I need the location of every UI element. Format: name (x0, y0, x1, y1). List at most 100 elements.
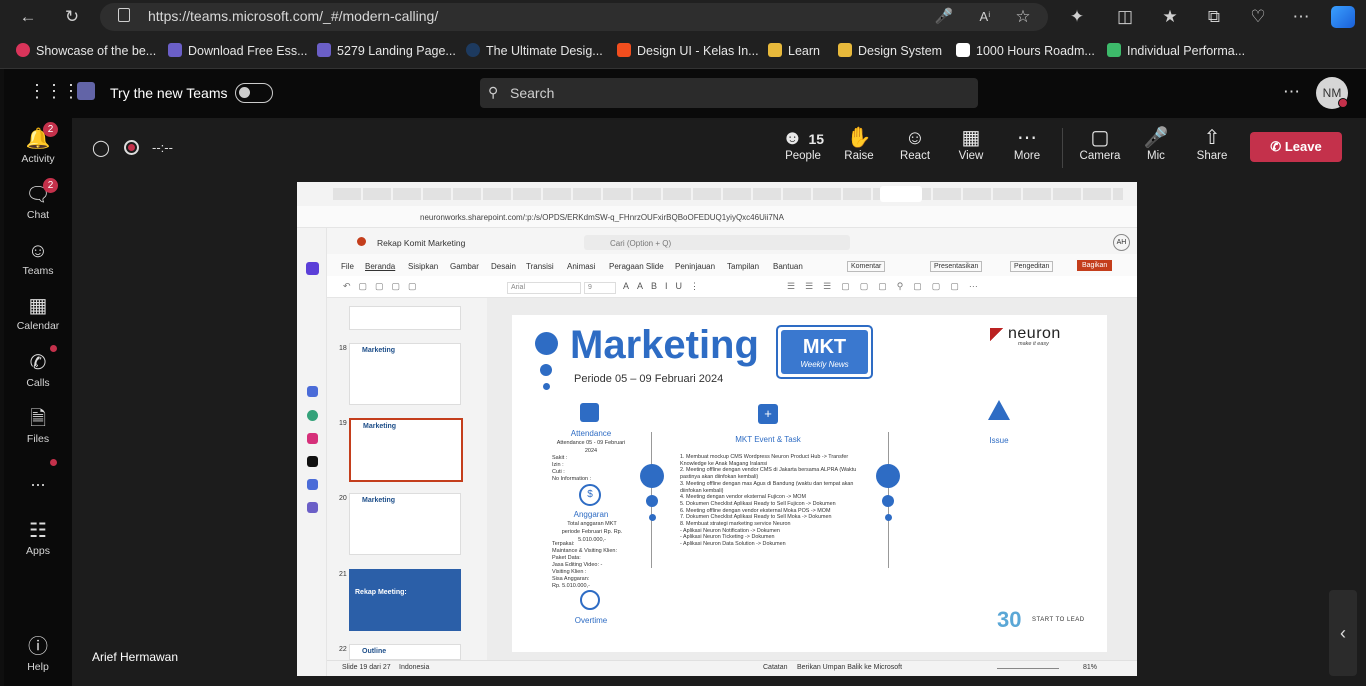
search-input[interactable] (480, 78, 978, 108)
health-icon[interactable]: ♡ (1243, 0, 1273, 33)
rail-item-calls[interactable]: ✆ Calls (4, 352, 72, 389)
control-label: Share (1196, 150, 1228, 162)
task-item: 5. Dokumen Checklist Aplikasi Ready to S… (680, 500, 836, 507)
menu-file[interactable]: File (341, 262, 354, 271)
zoom-level[interactable]: 81% (1083, 664, 1097, 671)
microphone-icon[interactable]: 🎤 (929, 0, 959, 33)
shared-screen: neuronworks.sharepoint.com/:p:/s/OPDS/ER… (297, 182, 1137, 676)
people-button[interactable]: ☻ 15 People (781, 126, 825, 162)
ribbon-icons-right[interactable]: ☰☰☰▢▢▢⚲▢▢▢⋯ (787, 281, 988, 292)
thumbnail-17[interactable] (349, 306, 461, 330)
doc-title[interactable]: Rekap Komit Marketing (377, 238, 465, 248)
activity-badge: 2 (43, 122, 58, 137)
app-launcher-icon[interactable]: ⋮⋮⋮ (28, 81, 80, 102)
bookmark-folder[interactable]: Learn (768, 33, 820, 69)
bookmark-item[interactable]: 1000 Hours Roadm... (956, 33, 1095, 69)
read-aloud-icon[interactable]: Aⁱ (970, 0, 1000, 33)
present-button[interactable]: Presentasikan (930, 261, 983, 272)
thumbnail-21[interactable]: Rekap Meeting: (349, 569, 461, 631)
control-label: Camera (1079, 150, 1121, 162)
menu-transisi[interactable]: Transisi (526, 262, 554, 271)
rail-label: Activity (21, 153, 55, 165)
anggaran-line: Visiting Klien : (552, 569, 587, 575)
font-family-select[interactable]: Arial (507, 282, 581, 294)
user-avatar[interactable]: AH (1113, 234, 1130, 251)
attendance-line: Izin : (552, 462, 564, 468)
more-icon[interactable]: ⋯ (1286, 0, 1316, 33)
favorites-icon[interactable]: ★ (1155, 0, 1185, 33)
bookmark-item[interactable]: 5279 Landing Page... (317, 33, 456, 69)
view-button[interactable]: ▦ View (952, 126, 990, 162)
issue-title: Issue (989, 436, 1009, 445)
back-icon[interactable]: ← (13, 0, 43, 33)
zoom-slider[interactable] (997, 668, 1059, 669)
rail-item-calendar[interactable]: ▦ Calendar (4, 295, 72, 332)
thumbnail-20[interactable]: Marketing (349, 493, 461, 555)
decor-dot (885, 514, 892, 521)
control-label: View (958, 150, 984, 162)
current-slide[interactable]: Marketing Periode 05 – 09 Februari 2024 … (512, 315, 1107, 652)
collections-icon[interactable]: ⧉ (1199, 0, 1229, 33)
rail-item-apps[interactable]: ☷ Apps (4, 520, 72, 557)
ribbon-icons-left[interactable]: ↶▢▢▢▢ (343, 281, 425, 292)
rail-item-activity[interactable]: 🔔 Activity (4, 128, 72, 165)
meeting-timer: --:-- (152, 140, 173, 155)
new-teams-toggle[interactable] (235, 83, 273, 103)
instagram-icon (307, 433, 318, 444)
bookmark-item[interactable]: Individual Performa... (1107, 33, 1245, 69)
bookmark-item[interactable]: Download Free Ess... (168, 33, 308, 69)
notes-button[interactable]: Catatan (763, 664, 788, 671)
chat-icon: 🗨 (25, 184, 51, 206)
menu-desain[interactable]: Desain (491, 262, 516, 271)
ribbon-format-icons[interactable]: AABIU⋮ (623, 281, 707, 292)
menu-peninjauan[interactable]: Peninjauan (675, 262, 715, 271)
menu-beranda[interactable]: Beranda (365, 262, 395, 271)
camera-button[interactable]: ▢ Camera (1076, 126, 1124, 162)
extensions-icon[interactable]: ✦ (1062, 0, 1092, 33)
menu-tampilan[interactable]: Tampilan (727, 262, 759, 271)
menu-gambar[interactable]: Gambar (450, 262, 479, 271)
rail-item-more[interactable]: ... (4, 470, 72, 491)
rail-item-teams[interactable]: ☺ Teams (4, 240, 72, 277)
favorite-star-icon[interactable]: ☆ (1008, 0, 1038, 33)
feedback-link[interactable]: Berikan Umpan Balik ke Microsoft (797, 664, 902, 671)
editing-button[interactable]: Pengeditan (1010, 261, 1054, 272)
rail-item-chat[interactable]: 🗨 Chat (4, 184, 72, 221)
menu-sisipkan[interactable]: Sisipkan (408, 262, 438, 271)
menu-animasi[interactable]: Animasi (567, 262, 595, 271)
mic-button[interactable]: 🎤 Mic (1137, 126, 1175, 162)
bookmark-item[interactable]: Showcase of the be... (16, 33, 156, 69)
overtime-title: Overtime (574, 616, 608, 625)
raise-hand-button[interactable]: ✋ Raise (840, 126, 878, 162)
task-item: - Aplikasi Neuron Ticketing -> Dokumen (680, 534, 775, 541)
settings-more-icon[interactable]: ⋯ (1283, 82, 1300, 102)
decor-dot (640, 464, 664, 488)
thumbnail-22[interactable]: Outline (349, 644, 461, 660)
task-item: - Aplikasi Neuron Data Solution -> Dokum… (680, 541, 786, 548)
language[interactable]: Indonesia (399, 664, 429, 671)
bookmark-item[interactable]: Design UI - Kelas In... (617, 33, 759, 69)
react-button[interactable]: ☺ React (896, 126, 934, 162)
split-screen-icon[interactable]: ◫ (1110, 0, 1140, 33)
rail-label: Calls (26, 377, 50, 389)
menu-bantuan[interactable]: Bantuan (773, 262, 803, 271)
bookmark-folder[interactable]: Design System (838, 33, 942, 69)
thumbnail-18[interactable]: Marketing (349, 343, 461, 405)
more-button[interactable]: ⋯ More (1008, 126, 1046, 162)
url-text[interactable]: https://teams.microsoft.com/_#/modern-ca… (148, 8, 438, 24)
menu-peragaan[interactable]: Peragaan Slide (609, 262, 664, 271)
decor-dot (540, 364, 552, 376)
leave-button[interactable]: ✆ Leave (1250, 132, 1342, 162)
copilot-icon[interactable] (1331, 6, 1355, 28)
share-doc-button[interactable]: Bagikan (1077, 260, 1113, 271)
neuron-logo-icon (990, 328, 1004, 344)
comments-button[interactable]: Komentar (847, 261, 886, 272)
refresh-icon[interactable]: ↻ (57, 0, 87, 33)
bookmark-item[interactable]: The Ultimate Desig... (466, 33, 603, 69)
share-button[interactable]: ⇧ Share (1192, 126, 1232, 162)
font-size-select[interactable]: 9 (584, 282, 616, 294)
rail-item-help[interactable]: ⓘ Help (4, 636, 72, 673)
thumbnail-19-selected[interactable]: Marketing (349, 418, 463, 482)
rail-item-files[interactable]: 🗎 Files (4, 408, 72, 445)
chevron-left-icon[interactable]: ‹ (1329, 590, 1357, 676)
